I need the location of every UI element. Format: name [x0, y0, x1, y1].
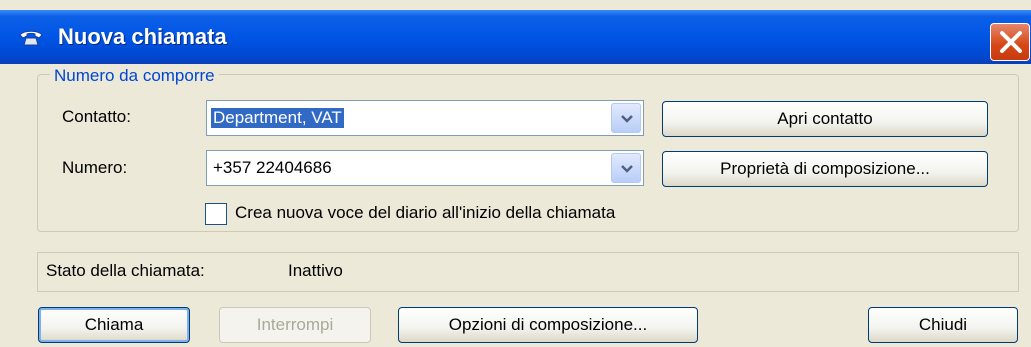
- create-journal-checkbox[interactable]: [205, 203, 227, 225]
- number-value: +357 22404686: [213, 158, 332, 177]
- create-journal-label[interactable]: Crea nuova voce del diario all'inizio de…: [235, 203, 615, 223]
- contact-dropdown-button[interactable]: [611, 103, 641, 133]
- hangup-button[interactable]: Interrompi: [219, 307, 371, 343]
- chevron-down-icon: [621, 115, 633, 123]
- contact-value: Department, VAT: [211, 108, 344, 128]
- call-status-label: Stato della chiamata:: [46, 261, 205, 280]
- chevron-down-icon: [621, 165, 633, 173]
- close-button[interactable]: Chiudi: [868, 307, 1018, 343]
- new-call-dialog: Nuova chiamata Numero da comporre Contat…: [0, 0, 1031, 347]
- number-dropdown-button[interactable]: [611, 153, 641, 183]
- contact-combobox[interactable]: Department, VAT: [206, 100, 644, 136]
- group-legend: Numero da comporre: [50, 66, 219, 86]
- call-button[interactable]: Chiama: [38, 307, 190, 343]
- call-status-value: Inattivo: [288, 261, 343, 280]
- phone-handset-icon: [19, 30, 43, 46]
- window-title: Nuova chiamata: [58, 24, 227, 49]
- open-contact-button[interactable]: Apri contatto: [662, 101, 988, 137]
- number-combobox[interactable]: +357 22404686: [206, 150, 644, 186]
- number-label: Numero:: [62, 158, 128, 177]
- title-bar[interactable]: Nuova chiamata: [0, 10, 1031, 64]
- close-icon: [1000, 31, 1022, 53]
- dialing-properties-button[interactable]: Proprietà di composizione...: [662, 151, 988, 187]
- dialing-options-button[interactable]: Opzioni di composizione...: [398, 307, 698, 343]
- contact-label: Contatto:: [62, 107, 131, 126]
- close-window-button[interactable]: [990, 23, 1030, 61]
